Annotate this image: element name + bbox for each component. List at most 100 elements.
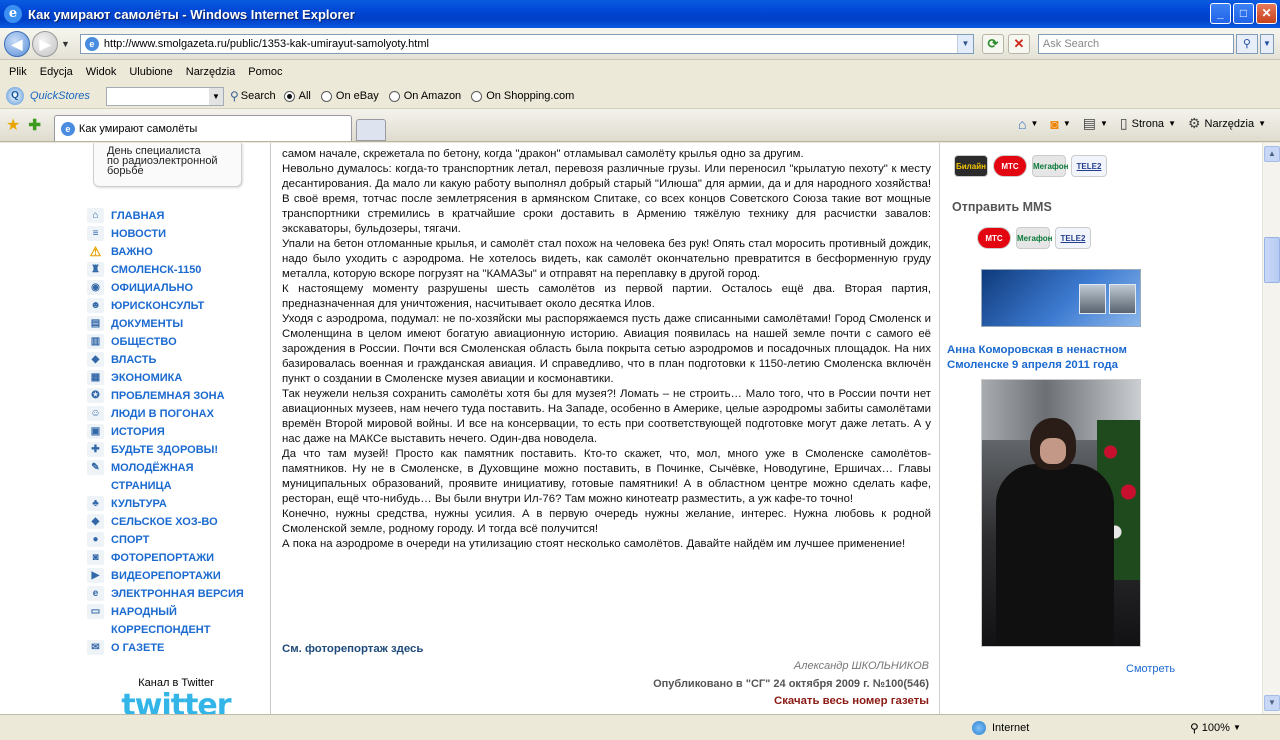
url-dropdown-icon[interactable]: ▼ (956, 34, 973, 53)
radio-shopping[interactable]: On Shopping.com (471, 90, 574, 102)
radio-ebay-indicator[interactable] (320, 90, 332, 102)
photo-report-link[interactable]: См. фоторепортаж здесь (282, 643, 423, 655)
close-window-button[interactable]: ✕ (1256, 3, 1277, 24)
sidebar-item-label[interactable]: ПРОБЛЕМНАЯ ЗОНА (111, 387, 246, 405)
radio-amazon[interactable]: On Amazon (388, 90, 461, 102)
forward-button[interactable]: ▶ (32, 30, 58, 57)
history-dropdown-icon[interactable]: ▼ (61, 39, 70, 49)
sidebar-item[interactable]: e ЭЛЕКТРОННАЯ ВЕРСИЯ (87, 585, 267, 603)
menu-narzedzia[interactable]: Narzędzia (186, 66, 236, 78)
sidebar-item-label[interactable]: ИСТОРИЯ (111, 423, 246, 441)
sidebar-item-label[interactable]: СЕЛЬСКОЕ ХОЗ-ВО (111, 513, 246, 531)
twitter-block[interactable]: Канал в Twitter twitter (81, 677, 271, 714)
sidebar-item[interactable]: ▤ ДОКУМЕНТЫ (87, 315, 267, 333)
sidebar-item[interactable]: ▣ ИСТОРИЯ (87, 423, 267, 441)
view-link[interactable]: Смотреть (1126, 663, 1175, 675)
download-issue-link[interactable]: Скачать весь номер газеты (581, 695, 929, 707)
home-dropdown-icon[interactable]: ▼ (1030, 119, 1038, 128)
print-icon[interactable]: ▤ (1083, 115, 1096, 132)
search-button[interactable]: ⚲ (1235, 33, 1258, 54)
zoom-icon[interactable]: ⚲ (1190, 721, 1199, 735)
maximize-button[interactable]: □ (1233, 3, 1254, 24)
sidebar-item-label[interactable]: ДОКУМЕНТЫ (111, 315, 246, 333)
sidebar-item[interactable]: ▶ ВИДЕОРЕПОРТАЖИ (87, 567, 267, 585)
radio-ebay[interactable]: On eBay (320, 90, 379, 102)
page-menu-icon[interactable]: ▯ (1120, 115, 1128, 132)
zoom-control[interactable]: ⚲ 100% ▼ (1190, 721, 1241, 735)
sidebar-item[interactable]: ⌂ ГЛАВНАЯ (87, 207, 267, 225)
menu-edycja[interactable]: Edycja (40, 66, 73, 78)
refresh-button[interactable]: ⟳ (981, 33, 1004, 54)
beeline-logo[interactable]: Билайн (954, 155, 988, 177)
sidebar-item-label[interactable]: КУЛЬТУРА (111, 495, 246, 513)
minimize-button[interactable]: _ (1210, 3, 1231, 24)
menu-plik[interactable]: Plik (9, 66, 27, 78)
sidebar-item-label[interactable]: ВЛАСТЬ (111, 351, 246, 369)
sidebar-item-label[interactable]: БУДЬТЕ ЗДОРОВЫ! (111, 441, 246, 459)
radio-amazon-indicator[interactable] (388, 90, 400, 102)
search-icon[interactable]: ⚲ (230, 89, 239, 103)
radio-all-indicator[interactable] (283, 90, 295, 102)
page-menu-button[interactable]: Strona (1132, 118, 1164, 130)
sidebar-item[interactable]: ≡ НОВОСТИ (87, 225, 267, 243)
rss-dropdown-icon[interactable]: ▼ (1063, 119, 1071, 128)
photo-caption-link[interactable]: Анна Коморовская в ненастном Смоленске 9… (947, 343, 1177, 373)
home-icon[interactable]: ⌂ (1018, 116, 1026, 132)
scroll-thumb[interactable] (1264, 237, 1280, 283)
tools-dropdown-icon[interactable]: ▼ (1258, 119, 1266, 128)
sidebar-item-label[interactable]: ЛЮДИ В ПОГОНАХ (111, 405, 246, 423)
print-dropdown-icon[interactable]: ▼ (1100, 119, 1108, 128)
sidebar-item[interactable]: ☻ ЮРИСКОНСУЛЬТ (87, 297, 267, 315)
favorites-star-icon[interactable]: ★ (6, 115, 20, 135)
sidebar-item-label[interactable]: НОВОСТИ (111, 225, 246, 243)
mts-logo[interactable]: МТС (993, 155, 1027, 177)
sidebar-item[interactable]: ▦ ЭКОНОМИКА (87, 369, 267, 387)
sidebar-item-label[interactable]: ЮРИСКОНСУЛЬТ (111, 297, 246, 315)
sidebar-item-label[interactable]: ЭЛЕКТРОННАЯ ВЕРСИЯ (111, 585, 246, 603)
radio-all[interactable]: All (283, 90, 311, 102)
sidebar-item-label[interactable]: НАРОДНЫЙ КОРРЕСПОНДЕНТ (111, 603, 246, 639)
sidebar-item-label[interactable]: О ГАЗЕТЕ (111, 639, 246, 657)
sidebar-item-label[interactable]: ОФИЦИАЛЬНО (111, 279, 246, 297)
scroll-up-arrow-icon[interactable]: ▲ (1264, 146, 1280, 162)
stop-button[interactable]: ✕ (1007, 33, 1030, 54)
sidebar-item-label[interactable]: ГЛАВНАЯ (111, 207, 246, 225)
zoom-level[interactable]: 100% (1202, 722, 1230, 734)
quickstores-search-input[interactable]: ▼ (106, 86, 224, 106)
tab-current[interactable]: e Как умирают самолёты (53, 115, 352, 141)
sidebar-item[interactable]: ☺ ЛЮДИ В ПОГОНАХ (87, 405, 267, 423)
url-text[interactable]: http://www.smolgazeta.ru/public/1353-kak… (104, 38, 957, 50)
sidebar-item[interactable]: ♜ СМОЛЕНСК-1150 (87, 261, 267, 279)
sidebar-item[interactable]: ◙ ФОТОРЕПОРТАЖИ (87, 549, 267, 567)
mms-megafon-logo[interactable]: Мегафон (1016, 227, 1053, 249)
scroll-down-arrow-icon[interactable]: ▼ (1264, 695, 1280, 711)
tele2-logo[interactable]: TELE2 (1071, 155, 1107, 177)
sidebar-item[interactable]: ◆ ВЛАСТЬ (87, 351, 267, 369)
sidebar-item-label[interactable]: ОБЩЕСТВО (111, 333, 246, 351)
quickstores-search-button[interactable]: Search (241, 90, 276, 102)
add-favorite-icon[interactable]: ✚ (28, 116, 41, 134)
search-options-icon[interactable]: ▼ (1259, 33, 1274, 54)
sidebar-item[interactable]: ▥ ОБЩЕСТВО (87, 333, 267, 351)
search-input[interactable]: Ask Search (1037, 33, 1234, 54)
zoom-dropdown-icon[interactable]: ▼ (1233, 723, 1241, 732)
video-banner[interactable] (981, 269, 1141, 327)
tools-menu-button[interactable]: Narzędzia (1205, 118, 1255, 130)
vertical-scrollbar[interactable]: ▲ ▼ (1262, 143, 1280, 714)
sidebar-item[interactable]: ● СПОРТ (87, 531, 267, 549)
sidebar-item-label[interactable]: ЭКОНОМИКА (111, 369, 246, 387)
radio-shopping-indicator[interactable] (471, 90, 483, 102)
sidebar-item[interactable]: ♣ КУЛЬТУРА (87, 495, 267, 513)
back-button[interactable]: ◀ (4, 30, 30, 57)
menu-ulubione[interactable]: Ulubione (129, 66, 172, 78)
sidebar-item[interactable]: ✪ ПРОБЛЕМНАЯ ЗОНА (87, 387, 267, 405)
gear-icon[interactable]: ⚙ (1188, 115, 1201, 132)
chevron-down-icon[interactable]: ▼ (209, 87, 223, 105)
new-tab-button[interactable] (355, 119, 386, 141)
sidebar-item[interactable]: ✚ БУДЬТЕ ЗДОРОВЫ! (87, 441, 267, 459)
sidebar-item-label[interactable]: ВАЖНО (111, 243, 246, 261)
sidebar-item[interactable]: ✎ МОЛОДЁЖНАЯ СТРАНИЦА (87, 459, 267, 495)
mms-tele2-logo[interactable]: TELE2 (1055, 227, 1091, 249)
rss-feed-icon[interactable]: ◙ (1050, 116, 1058, 132)
sidebar-item[interactable]: ◆ СЕЛЬСКОЕ ХОЗ-ВО (87, 513, 267, 531)
